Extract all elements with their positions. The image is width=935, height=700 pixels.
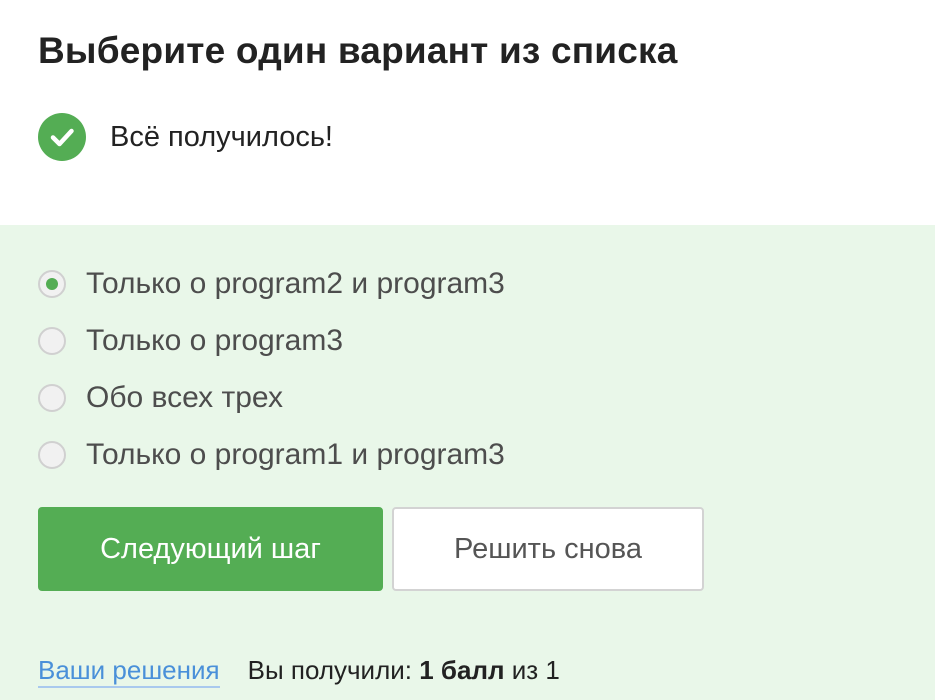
option-label: Только о program3 <box>86 323 344 357</box>
option-item[interactable]: Только о program3 <box>38 312 505 369</box>
your-solutions-link[interactable]: Ваши решения <box>38 655 220 688</box>
status-text: Всё получилось! <box>110 120 333 153</box>
next-step-button[interactable]: Следующий шаг <box>38 507 383 591</box>
option-label: Только о program1 и program3 <box>86 437 505 471</box>
answer-panel: Только о program2 и program3 Только о pr… <box>0 225 935 700</box>
status-message: Всё получилось! <box>38 112 333 162</box>
radio-button-selected[interactable] <box>38 269 66 298</box>
submission-footer: Ваши решения Вы получили: 1 балл из 1 <box>38 655 560 688</box>
option-item[interactable]: Только о program1 и program3 <box>38 426 505 483</box>
options-list: Только о program2 и program3 Только о pr… <box>38 255 505 483</box>
score-text: Вы получили: 1 балл из 1 <box>248 655 560 686</box>
radio-dot <box>46 277 58 290</box>
radio-button[interactable] <box>38 440 66 469</box>
radio-button[interactable] <box>38 383 66 412</box>
score-prefix: Вы получили: <box>247 655 412 685</box>
checkmark-icon <box>38 113 86 161</box>
option-item[interactable]: Обо всех трех <box>38 369 505 426</box>
score-suffix: из 1 <box>511 655 560 685</box>
radio-button[interactable] <box>38 326 66 355</box>
score-value: 1 балл <box>419 655 505 685</box>
question-header: Выберите один вариант из списка Всё полу… <box>0 0 935 225</box>
solve-again-button[interactable]: Решить снова <box>392 507 704 591</box>
option-label: Обо всех трех <box>86 380 283 414</box>
option-label: Только о program2 и program3 <box>86 266 505 300</box>
option-item[interactable]: Только о program2 и program3 <box>38 255 505 312</box>
question-title: Выберите один вариант из списка <box>38 30 678 71</box>
quiz-step: Выберите один вариант из списка Всё полу… <box>0 0 935 700</box>
